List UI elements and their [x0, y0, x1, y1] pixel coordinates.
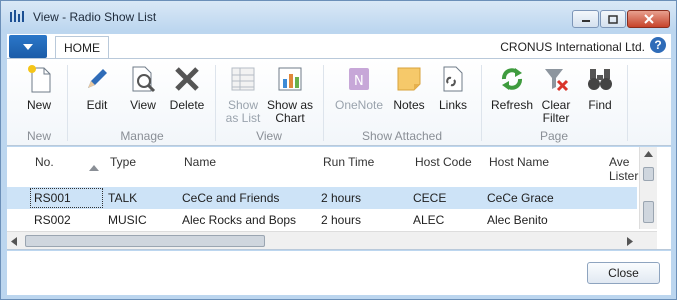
footer: Close	[7, 251, 671, 295]
links-button[interactable]: Links	[433, 63, 473, 129]
chart-icon	[274, 63, 306, 95]
cell-run-time: 2 hours	[321, 213, 362, 227]
group-label-view: View	[256, 129, 282, 143]
sort-ascending-icon	[89, 165, 99, 171]
column-header-run-time[interactable]: Run Time	[323, 155, 374, 169]
note-icon	[393, 63, 425, 95]
ribbon: New Edit View Delete Show as List Show a…	[7, 58, 671, 146]
minimize-icon	[581, 20, 590, 22]
refresh-icon	[496, 63, 528, 95]
group-separator	[67, 65, 68, 141]
binoculars-icon	[584, 63, 616, 95]
delete-x-icon	[171, 63, 203, 95]
show-as-chart-button[interactable]: Show as Chart	[265, 63, 315, 129]
cell-host-code: CECE	[413, 191, 447, 205]
onenote-icon: N	[343, 63, 375, 95]
cell-name: Alec Rocks and Bops	[182, 213, 297, 227]
group-separator	[323, 65, 324, 141]
column-header-no[interactable]: No.	[35, 155, 54, 169]
view-document-icon	[127, 63, 159, 95]
show-as-chart-label: Show as Chart	[266, 98, 314, 125]
vertical-scroll-thumb[interactable]	[643, 167, 654, 181]
horizontal-scrollbar[interactable]	[7, 231, 657, 249]
group-separator	[481, 65, 482, 141]
table-row[interactable]: RS002 MUSIC Alec Rocks and Bops 2 hours …	[7, 209, 637, 231]
column-header-average-listeners[interactable]: Ave Lister	[609, 155, 639, 183]
title-bar[interactable]: View - Radio Show List	[1, 1, 676, 31]
group-separator	[215, 65, 216, 141]
find-label: Find	[588, 98, 612, 112]
minimize-button[interactable]	[572, 10, 599, 28]
show-as-list-button[interactable]: Show as List	[221, 63, 265, 129]
notes-label: Notes	[393, 98, 425, 112]
cell-name: CeCe and Friends	[182, 191, 280, 205]
cell-run-time: 2 hours	[321, 191, 362, 205]
delete-label: Delete	[169, 98, 205, 112]
close-button[interactable]: Close	[587, 262, 660, 284]
cell-host-code: ALEC	[413, 213, 445, 227]
new-button[interactable]: New	[17, 63, 61, 129]
close-icon	[643, 14, 654, 24]
window-title: View - Radio Show List	[33, 10, 157, 24]
scroll-right-icon[interactable]	[627, 237, 633, 246]
vertical-scroll-thumb-lower[interactable]	[643, 201, 654, 223]
edit-label: Edit	[86, 98, 108, 112]
links-label: Links	[438, 98, 467, 112]
refresh-button[interactable]: Refresh	[489, 63, 535, 129]
group-label-show-attached: Show Attached	[361, 129, 443, 143]
list-icon	[227, 63, 259, 95]
clear-filter-button[interactable]: Clear Filter	[537, 63, 575, 129]
application-menu-button[interactable]	[9, 35, 47, 58]
refresh-label: Refresh	[490, 98, 534, 112]
company-name: CRONUS International Ltd.	[500, 40, 645, 54]
column-header-host-name[interactable]: Host Name	[489, 155, 549, 169]
cell-no: RS001	[34, 191, 71, 205]
maximize-button[interactable]	[600, 10, 626, 28]
new-label: New	[26, 98, 51, 112]
maximize-icon	[608, 14, 618, 24]
show-as-list-label: Show as List	[225, 98, 261, 125]
scroll-up-icon[interactable]	[644, 151, 653, 157]
table-row[interactable]: RS001 TALK CeCe and Friends 2 hours CECE…	[7, 187, 637, 209]
svg-text:N: N	[354, 74, 364, 89]
column-header-host-code[interactable]: Host Code	[415, 155, 472, 169]
cell-type: TALK	[108, 191, 138, 205]
table-header: No. Type Name Run Time Host Code Host Na…	[7, 147, 639, 185]
edit-button[interactable]: Edit	[75, 63, 119, 129]
cell-host-name: Alec Benito	[487, 213, 548, 227]
group-label-manage: Manage	[120, 129, 164, 143]
find-button[interactable]: Find	[581, 63, 619, 129]
group-label-page: Page	[539, 129, 569, 143]
scroll-left-icon[interactable]	[11, 237, 17, 246]
clear-filter-label: Clear Filter	[541, 98, 571, 125]
window: View - Radio Show List HOME CRONUS Inter…	[0, 0, 677, 300]
tab-home[interactable]: HOME	[55, 36, 109, 58]
onenote-label: OneNote	[334, 98, 384, 112]
cell-host-name: CeCe Grace	[487, 191, 554, 205]
help-icon[interactable]: ?	[650, 37, 666, 53]
clear-filter-icon	[540, 63, 572, 95]
cell-no: RS002	[34, 213, 71, 227]
notes-button[interactable]: Notes	[389, 63, 429, 129]
group-label-new: New	[26, 129, 51, 143]
group-separator	[627, 65, 628, 141]
link-document-icon	[437, 63, 469, 95]
cell-type: MUSIC	[108, 213, 147, 227]
radio-show-grid: No. Type Name Run Time Host Code Host Na…	[7, 147, 671, 250]
chevron-down-icon	[23, 43, 33, 50]
onenote-button[interactable]: N OneNote	[329, 63, 389, 129]
ribbon-tab-bar: HOME CRONUS International Ltd. ?	[7, 34, 671, 58]
column-header-name[interactable]: Name	[184, 155, 216, 169]
app-icon	[10, 10, 24, 22]
view-label: View	[130, 98, 156, 112]
view-button[interactable]: View	[121, 63, 165, 129]
pencil-icon	[81, 63, 113, 95]
vertical-scrollbar[interactable]	[639, 147, 657, 229]
delete-button[interactable]: Delete	[165, 63, 209, 129]
new-document-icon	[23, 63, 55, 95]
window-close-button[interactable]	[627, 10, 670, 28]
column-header-type[interactable]: Type	[110, 155, 136, 169]
horizontal-scroll-thumb[interactable]	[25, 235, 265, 247]
